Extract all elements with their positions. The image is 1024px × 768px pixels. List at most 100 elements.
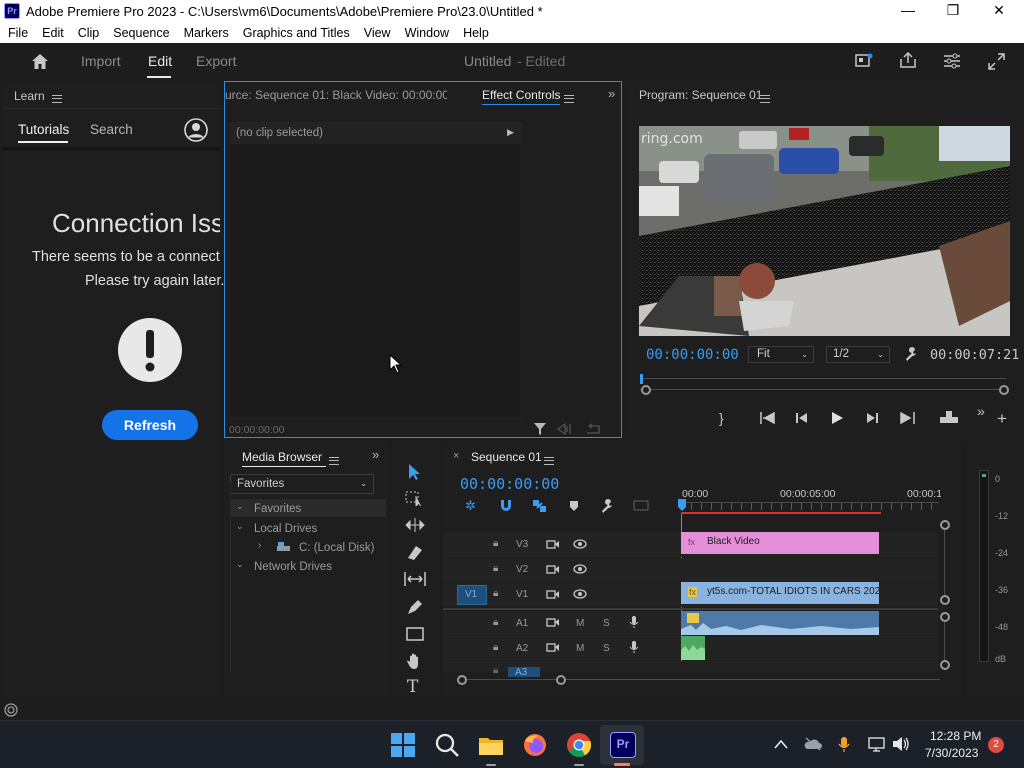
menu-help[interactable]: Help bbox=[463, 26, 489, 40]
export-tab[interactable]: Export bbox=[196, 53, 236, 69]
refresh-button[interactable]: Refresh bbox=[102, 410, 198, 440]
snap-magnet-icon[interactable] bbox=[499, 499, 513, 513]
sync-lock-icon[interactable] bbox=[546, 539, 560, 550]
close-button[interactable]: ✕ bbox=[984, 2, 1014, 20]
hand-tool-icon[interactable] bbox=[406, 652, 424, 670]
microphone-icon[interactable] bbox=[838, 736, 850, 753]
pen-tool-icon[interactable] bbox=[406, 599, 424, 615]
microphone-icon[interactable] bbox=[629, 640, 639, 654]
mark-out-icon[interactable]: } bbox=[719, 410, 724, 426]
taskbar-clock-date[interactable]: 7/30/2023 bbox=[925, 746, 978, 760]
notification-badge[interactable]: 2 bbox=[988, 737, 1004, 753]
solo-button-a2[interactable]: S bbox=[603, 643, 610, 654]
lock-icon[interactable]: 🔒︎ bbox=[493, 538, 498, 549]
chevron-down-icon[interactable]: ⌄ bbox=[236, 559, 244, 570]
selection-tool-icon[interactable] bbox=[408, 463, 422, 481]
time-ruler[interactable] bbox=[681, 502, 939, 510]
resolution-dropdown[interactable]: 1/2 ⌄ bbox=[826, 346, 890, 363]
chrome-icon[interactable] bbox=[566, 732, 592, 758]
work-area-bar[interactable] bbox=[681, 512, 881, 514]
playhead-timecode[interactable]: 00:00:00:00 bbox=[646, 347, 739, 363]
learn-panel-title[interactable]: Learn bbox=[14, 89, 45, 103]
media-browser-title[interactable]: Media Browser bbox=[242, 450, 322, 464]
scroll-handle-left[interactable] bbox=[641, 385, 651, 395]
panel-menu-icon[interactable] bbox=[760, 94, 770, 103]
microphone-icon[interactable] bbox=[629, 615, 639, 629]
settings-wrench-icon[interactable] bbox=[904, 347, 918, 361]
panel-menu-icon[interactable] bbox=[564, 94, 574, 103]
menu-markers[interactable]: Markers bbox=[184, 26, 229, 40]
lock-icon[interactable]: 🔒︎ bbox=[493, 665, 498, 676]
go-to-out-icon[interactable] bbox=[899, 412, 915, 424]
sync-lock-icon[interactable] bbox=[546, 564, 560, 575]
clip-black-video[interactable]: fx Black Video bbox=[681, 532, 879, 554]
rectangle-tool-icon[interactable] bbox=[406, 627, 424, 641]
eye-icon[interactable] bbox=[573, 539, 587, 549]
close-tab-icon[interactable]: × bbox=[453, 450, 459, 462]
add-button-icon[interactable]: + bbox=[997, 409, 1007, 429]
sync-lock-icon[interactable] bbox=[546, 642, 560, 653]
menu-graphics-and-titles[interactable]: Graphics and Titles bbox=[243, 26, 350, 40]
home-icon[interactable] bbox=[31, 53, 49, 70]
horizontal-scroll-bar[interactable] bbox=[460, 679, 940, 680]
solo-button-a1[interactable]: S bbox=[603, 618, 610, 629]
menu-view[interactable]: View bbox=[364, 26, 391, 40]
playhead-marker[interactable] bbox=[677, 498, 687, 514]
fullscreen-icon[interactable] bbox=[988, 53, 1005, 70]
file-explorer-icon[interactable] bbox=[478, 732, 504, 758]
chevron-down-icon[interactable]: ⌄ bbox=[236, 521, 244, 532]
chevron-down-icon[interactable]: ⌄ bbox=[236, 501, 244, 512]
menu-file[interactable]: File bbox=[8, 26, 28, 40]
taskbar-clock-time[interactable]: 12:28 PM bbox=[930, 729, 981, 743]
time-ruler[interactable] bbox=[640, 378, 1006, 379]
source-monitor-tab[interactable]: urce: Sequence 01: Black Video: 00:00:00… bbox=[225, 88, 447, 102]
scroll-handle-right[interactable] bbox=[999, 385, 1009, 395]
audio-scroll-handle-bottom[interactable] bbox=[940, 660, 950, 670]
user-account-icon[interactable] bbox=[184, 118, 208, 142]
import-tab[interactable]: Import bbox=[81, 53, 121, 69]
panel-menu-icon[interactable] bbox=[329, 456, 339, 465]
audio-scroll-bar[interactable] bbox=[944, 622, 945, 662]
timeline-timecode[interactable]: 00:00:00:00 bbox=[460, 475, 559, 493]
effect-controls-tab[interactable]: Effect Controls bbox=[482, 88, 560, 102]
filter-icon[interactable] bbox=[533, 422, 547, 436]
step-forward-icon[interactable] bbox=[865, 412, 879, 424]
search-icon[interactable] bbox=[434, 732, 460, 758]
menu-sequence[interactable]: Sequence bbox=[113, 26, 169, 40]
sync-lock-icon[interactable] bbox=[546, 617, 560, 628]
panel-menu-icon[interactable] bbox=[52, 94, 62, 103]
audio-scroll-handle-top[interactable] bbox=[940, 612, 950, 622]
linked-selection-icon[interactable] bbox=[532, 499, 548, 513]
razor-tool-icon[interactable] bbox=[406, 544, 424, 560]
quick-export-icon[interactable] bbox=[855, 53, 873, 69]
workspaces-icon[interactable] bbox=[943, 53, 961, 69]
chevron-right-icon[interactable]: › bbox=[258, 540, 261, 551]
clip-audio-a2[interactable] bbox=[681, 636, 705, 660]
share-icon[interactable] bbox=[899, 52, 917, 69]
tree-item-c-drive[interactable]: C: (Local Disk) bbox=[299, 542, 374, 554]
collapse-arrow-icon[interactable]: ▶ bbox=[507, 127, 514, 138]
minimize-button[interactable]: — bbox=[893, 2, 923, 20]
tree-item-network-drives[interactable]: Network Drives bbox=[254, 561, 332, 573]
play-audio-icon[interactable] bbox=[557, 423, 573, 435]
onedrive-icon[interactable] bbox=[804, 737, 822, 751]
more-controls-icon[interactable]: » bbox=[977, 403, 985, 419]
add-marker-icon[interactable] bbox=[569, 500, 579, 512]
type-tool-icon[interactable]: T bbox=[407, 677, 418, 697]
go-to-in-icon[interactable] bbox=[760, 412, 776, 424]
volume-icon[interactable] bbox=[892, 736, 910, 752]
menu-clip[interactable]: Clip bbox=[78, 26, 100, 40]
scroll-handle-top[interactable] bbox=[940, 520, 950, 530]
chevron-up-icon[interactable] bbox=[774, 739, 788, 749]
nest-sequence-icon[interactable]: ✲ bbox=[465, 498, 476, 514]
creative-cloud-sync-icon[interactable] bbox=[4, 703, 18, 717]
maximize-button[interactable]: ❐ bbox=[938, 2, 968, 20]
scroll-handle-bottom[interactable] bbox=[940, 595, 950, 605]
favorites-dropdown[interactable]: Favorites ⌄ bbox=[230, 474, 374, 494]
h-scroll-handle-right[interactable] bbox=[556, 675, 566, 685]
playhead-marker[interactable] bbox=[640, 374, 643, 384]
track-select-tool-icon[interactable] bbox=[405, 490, 425, 506]
h-scroll-handle-left[interactable] bbox=[457, 675, 467, 685]
loop-icon[interactable] bbox=[585, 423, 601, 435]
lock-icon[interactable]: 🔒︎ bbox=[493, 563, 498, 574]
